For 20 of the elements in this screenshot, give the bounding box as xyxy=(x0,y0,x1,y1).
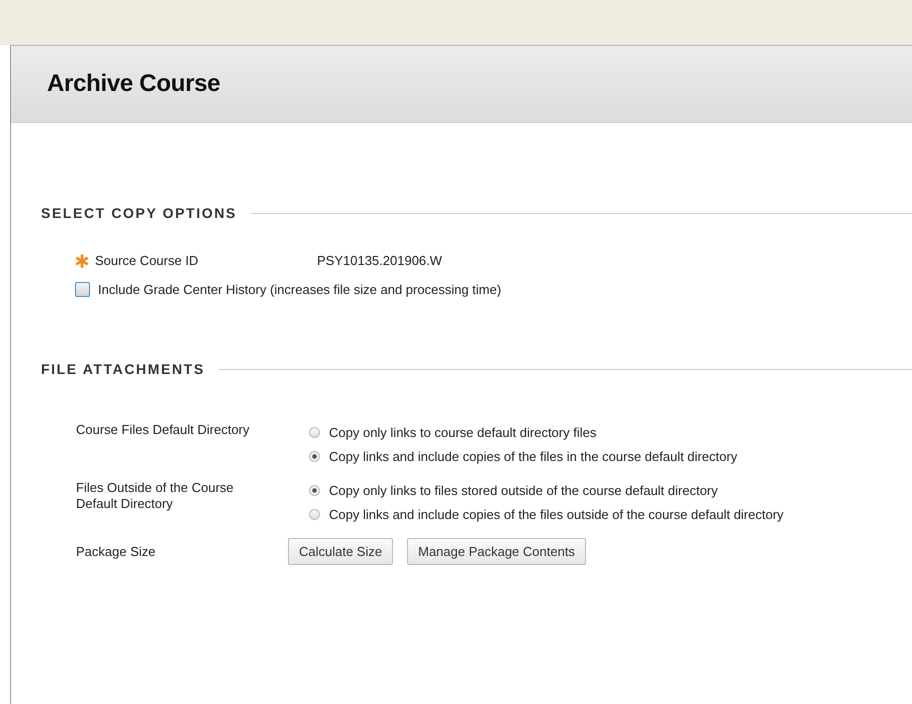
field-value: PSY10135.201906.W xyxy=(317,253,442,268)
checkbox[interactable] xyxy=(75,282,90,297)
radio-button[interactable] xyxy=(309,451,320,462)
section-heading: FILE ATTACHMENTS xyxy=(41,361,205,377)
field-label: Files Outside of the Course Default Directory xyxy=(76,480,235,513)
field-label: Source Course ID xyxy=(95,253,200,268)
radio-label: Copy only links to course default directory files xyxy=(329,425,596,440)
field-label: Package Size xyxy=(76,544,156,560)
radio-label: Copy links and include copies of the files outside of the course default directory xyxy=(329,507,784,522)
checkbox-label: Include Grade Center History (increases file size and processing time) xyxy=(98,282,502,297)
page-title: Archive Course xyxy=(47,70,220,98)
action-button[interactable]: Manage Package Contents xyxy=(407,538,586,565)
radio-button[interactable] xyxy=(309,427,320,438)
radio-label: Copy links and include copies of the files in the course default directory xyxy=(329,449,738,464)
radio-button[interactable] xyxy=(309,509,320,520)
radio-button[interactable] xyxy=(309,485,320,496)
action-button[interactable]: Calculate Size xyxy=(288,538,394,565)
radio-label: Copy only links to files stored outside of the course default directory xyxy=(329,483,718,498)
field-label: Course Files Default Directory xyxy=(76,422,250,439)
section-heading: SELECT COPY OPTIONS xyxy=(41,205,237,221)
